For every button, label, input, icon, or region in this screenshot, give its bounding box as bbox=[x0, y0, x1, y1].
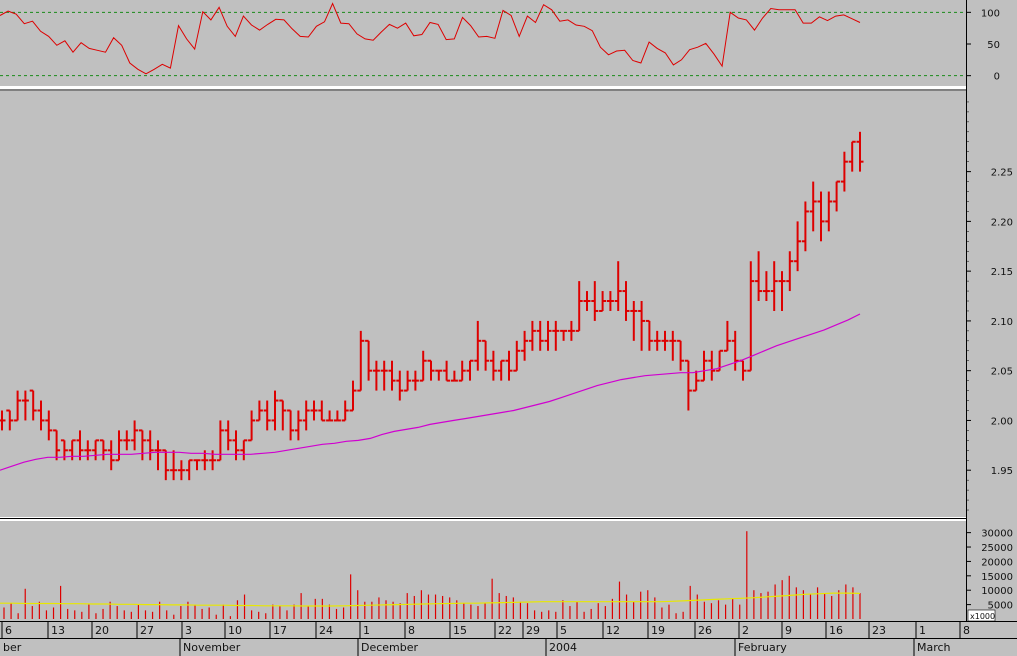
day-label: 2 bbox=[742, 624, 749, 637]
price-tick-label: 1.95 bbox=[991, 466, 1013, 477]
day-label: 26 bbox=[698, 624, 712, 637]
day-label: 23 bbox=[872, 624, 886, 637]
price-tick-label: 2.10 bbox=[991, 317, 1013, 328]
month-label: 2004 bbox=[549, 641, 577, 654]
day-label: 13 bbox=[51, 624, 65, 637]
volume-tick-label: 15000 bbox=[981, 572, 1013, 583]
day-label: 9 bbox=[785, 624, 792, 637]
month-label: March bbox=[917, 641, 951, 654]
month-label: December bbox=[361, 641, 419, 654]
oscillator-tick-label: 100 bbox=[981, 8, 1000, 19]
price-tick-label: 2.05 bbox=[991, 367, 1013, 378]
day-label: 22 bbox=[498, 624, 512, 637]
day-label: 3 bbox=[185, 624, 192, 637]
price-tick-label: 2.00 bbox=[991, 416, 1013, 427]
day-label: 15 bbox=[453, 624, 467, 637]
price-tick-label: 2.15 bbox=[991, 267, 1013, 278]
day-label: 24 bbox=[319, 624, 333, 637]
price-tick-label: 2.25 bbox=[991, 168, 1013, 179]
oscillator-tick-label: 0 bbox=[994, 72, 1000, 83]
price-tick-label: 2.20 bbox=[991, 217, 1013, 228]
volume-tick-label: 10000 bbox=[981, 586, 1013, 597]
volume-tick-label: 20000 bbox=[981, 557, 1013, 568]
volume-panel bbox=[0, 521, 966, 621]
stock-chart: 0501001.952.002.052.102.152.202.25500010… bbox=[0, 0, 1017, 656]
day-label: 16 bbox=[829, 624, 843, 637]
day-label: 6 bbox=[5, 624, 12, 637]
day-label: 19 bbox=[651, 624, 665, 637]
day-label: 29 bbox=[526, 624, 540, 637]
volume-tick-label: 25000 bbox=[981, 543, 1013, 554]
volume-tick-label: 30000 bbox=[981, 529, 1013, 540]
day-label: 20 bbox=[95, 624, 109, 637]
volume-multiplier-label: x1000 bbox=[970, 612, 995, 621]
day-label: 10 bbox=[228, 624, 242, 637]
day-label: 1 bbox=[363, 624, 370, 637]
day-label: 5 bbox=[560, 624, 567, 637]
day-label: 27 bbox=[140, 624, 154, 637]
day-label: 8 bbox=[408, 624, 415, 637]
oscillator-tick-label: 50 bbox=[987, 40, 1000, 51]
day-label: 12 bbox=[606, 624, 620, 637]
month-label: November bbox=[183, 641, 241, 654]
month-label: February bbox=[738, 641, 787, 654]
day-label: 17 bbox=[273, 624, 287, 637]
day-label: 8 bbox=[963, 624, 970, 637]
month-label: ber bbox=[3, 641, 22, 654]
day-label: 1 bbox=[919, 624, 926, 637]
